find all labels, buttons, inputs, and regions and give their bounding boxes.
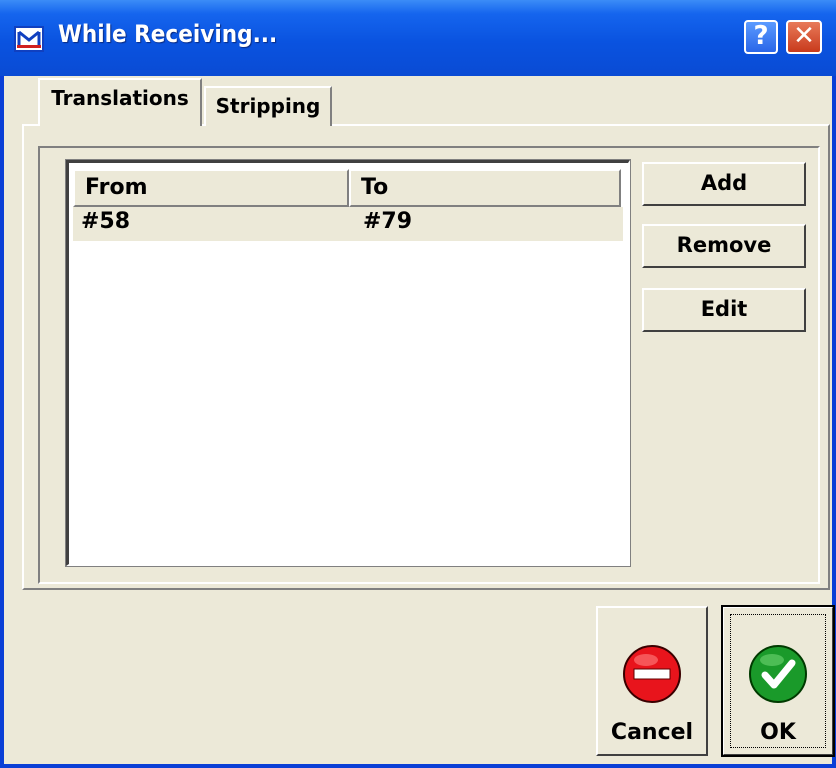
help-button[interactable]: ? [744, 20, 778, 54]
checkmark-icon [749, 645, 807, 703]
edit-button[interactable]: Edit [642, 288, 806, 332]
no-entry-icon [623, 645, 681, 703]
add-button[interactable]: Add [642, 162, 806, 206]
app-logo-icon[interactable] [14, 26, 44, 52]
column-header-from[interactable]: From [73, 169, 349, 207]
cell-from: #58 [81, 209, 131, 234]
cancel-label: Cancel [610, 720, 694, 745]
tab-stripping[interactable]: Stripping [204, 86, 332, 126]
close-button[interactable]: ✕ [786, 20, 822, 54]
dialog-window: While Receiving... ? ✕ Translations Stri… [0, 0, 836, 768]
window-title: While Receiving... [58, 20, 278, 48]
list-item[interactable]: #58 #79 [73, 207, 623, 241]
column-header-to[interactable]: To [349, 169, 621, 207]
tab-translations[interactable]: Translations [38, 78, 202, 126]
title-bar[interactable]: While Receiving... ? ✕ [0, 0, 836, 76]
ok-label: OK [760, 720, 796, 745]
ok-button[interactable]: OK [721, 605, 835, 757]
cancel-button[interactable]: Cancel [596, 606, 708, 756]
cell-to: #79 [363, 209, 413, 234]
translations-list[interactable]: From To #58 #79 [65, 159, 631, 567]
remove-button[interactable]: Remove [642, 224, 806, 268]
